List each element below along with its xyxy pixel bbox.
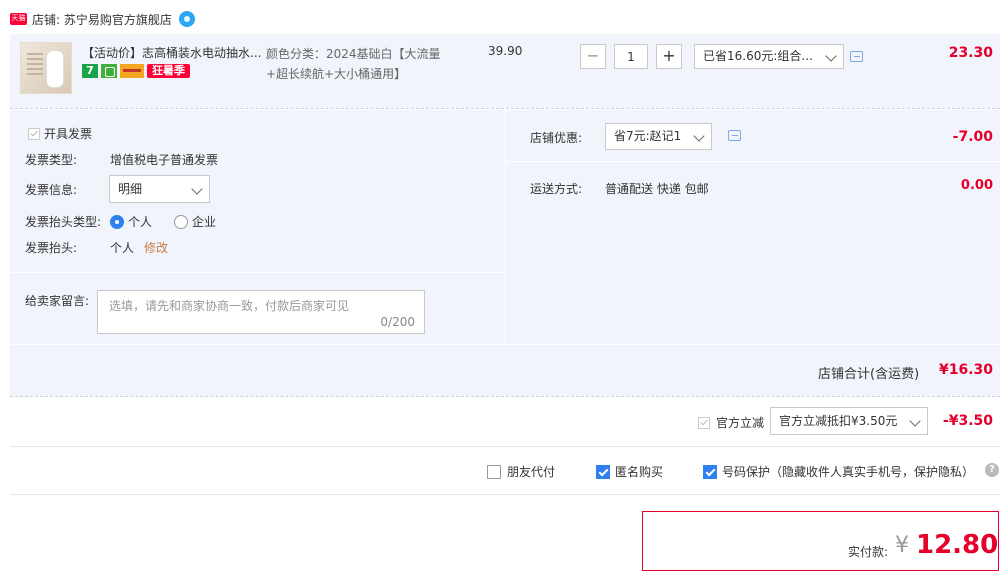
invoice-header-edit-link[interactable]: 修改 (144, 239, 168, 256)
invoice-info-select[interactable]: 明细 (109, 175, 210, 203)
shop-total-label: 店铺合计(含运费) (818, 367, 920, 382)
invoice-header-value: 个人 (110, 241, 135, 255)
message-placeholder: 选填，请先和商家协商一致，付款后商家可见 (109, 299, 350, 313)
shipping-amount: 0.00 (960, 178, 993, 193)
privacy-label: 号码保护（隐藏收件人真实手机号，保护隐私） (722, 465, 975, 479)
official-discount-select[interactable]: 官方立减抵扣¥3.50元 (770, 407, 928, 435)
quantity-stepper: − 1 + (580, 44, 682, 69)
invoice-header-type-label: 发票抬头类型: (25, 215, 102, 229)
seller-message-input[interactable]: 选填，请先和商家协商一致，付款后商家可见 0/200 (97, 290, 425, 334)
shop-discount-select[interactable]: 省7元:赵记1 (605, 123, 712, 150)
friend-pay-label: 朋友代付 (507, 465, 556, 479)
invoice-checkbox-row: 开具发票 (28, 125, 92, 142)
message-label: 给卖家留言: (25, 294, 90, 308)
guarantee-icon (101, 64, 117, 78)
shop-discount-value: 省7元:赵记1 (614, 129, 682, 143)
invoice-checkbox-label: 开具发票 (44, 127, 93, 141)
item-promo-value: 已省16.60元:组合... (703, 49, 813, 63)
radio-personal-label: 个人 (128, 215, 153, 229)
official-discount-amount: -¥3.50 (942, 413, 993, 429)
shipping-label: 运送方式: (530, 182, 583, 196)
invoice-checkbox[interactable] (28, 127, 40, 140)
chevron-down-icon (909, 415, 921, 427)
friend-pay-option[interactable]: 朋友代付 (487, 463, 555, 480)
shop-name[interactable]: 店铺: 苏宁易购官方旗舰店 (32, 11, 172, 28)
shop-header: 天猫 店铺: 苏宁易购官方旗舰店 (10, 10, 195, 28)
discount-info-icon[interactable] (728, 130, 741, 141)
item-promo-select[interactable]: 已省16.60元:组合... (694, 44, 844, 69)
chevron-down-icon (825, 50, 837, 62)
tmall-logo-icon: 天猫 (10, 13, 27, 25)
product-thumbnail[interactable] (20, 42, 72, 94)
privacy-checkbox[interactable] (703, 464, 717, 479)
seven-day-return-icon: 7 (82, 64, 98, 78)
official-discount-row: 官方立减 (698, 414, 764, 431)
item-title[interactable]: 【活动价】志高桶装水电动抽水... (82, 44, 262, 61)
radio-personal[interactable]: 个人 (110, 213, 152, 230)
final-amount: 12.80 (916, 530, 999, 560)
radio-company-dot[interactable] (174, 214, 188, 229)
shop-discount-amount: -7.00 (952, 129, 993, 145)
invoice-info-label: 发票信息: (25, 183, 78, 197)
radio-company[interactable]: 企业 (174, 213, 216, 230)
item-sku: 颜色分类：2024基础白【大流量+超长续航+大小桶通用】 (266, 47, 441, 81)
radio-personal-dot[interactable] (110, 214, 124, 229)
promo-info-icon[interactable] (850, 51, 863, 62)
invoice-header-label: 发票抬头: (25, 241, 78, 255)
final-payment-label: 实付款: (848, 545, 889, 559)
help-icon[interactable]: ? (985, 463, 999, 477)
invoice-type-value: 增值税电子普通发票 (110, 153, 219, 167)
unit-price: 39.90 (488, 44, 523, 58)
qty-input[interactable]: 1 (614, 44, 648, 69)
message-char-count: 0/200 (380, 315, 415, 329)
shipping-value: 普通配送 快递 包邮 (605, 182, 709, 196)
shop-discount-label: 店铺优惠: (530, 131, 583, 145)
official-discount-value: 官方立减抵扣¥3.50元 (779, 414, 898, 428)
anonymous-checkbox[interactable] (596, 464, 610, 479)
credit-card-icon (120, 64, 144, 78)
anonymous-option[interactable]: 匿名购买 (596, 463, 663, 480)
sale-badge: 狂暑季 (147, 64, 190, 78)
privacy-option[interactable]: 号码保护（隐藏收件人真实手机号，保护隐私） (703, 463, 974, 480)
shop-total-amount: ¥16.30 (938, 362, 993, 378)
chevron-down-icon (191, 183, 203, 195)
invoice-info-value: 明细 (118, 182, 143, 196)
official-discount-checkbox[interactable] (698, 416, 710, 429)
qty-plus-button[interactable]: + (656, 44, 682, 69)
item-badges: 7 狂暑季 (82, 64, 190, 78)
official-discount-label: 官方立减 (716, 416, 765, 430)
final-currency: ¥ (895, 533, 909, 558)
qty-minus-button[interactable]: − (580, 44, 606, 69)
invoice-type-label: 发票类型: (25, 153, 78, 167)
anonymous-label: 匿名购买 (615, 465, 664, 479)
friend-pay-checkbox[interactable] (487, 464, 501, 479)
item-subtotal: 23.30 (948, 45, 993, 61)
wangwang-chat-icon[interactable] (178, 11, 195, 27)
chevron-down-icon (693, 130, 705, 142)
radio-company-label: 企业 (192, 215, 217, 229)
